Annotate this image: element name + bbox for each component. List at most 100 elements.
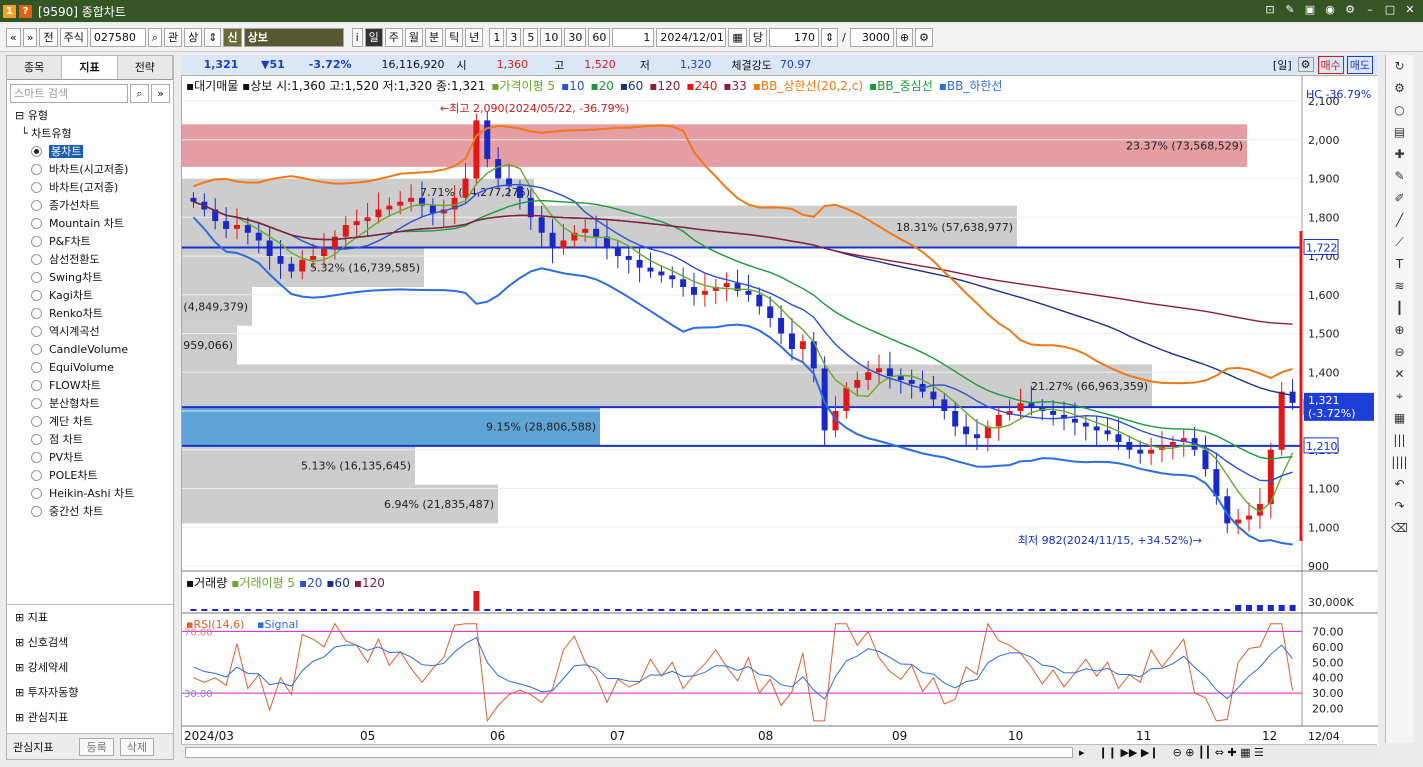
radio-icon[interactable] bbox=[31, 164, 42, 175]
fibo-icon[interactable]: ≋ bbox=[1386, 275, 1413, 297]
undo-icon[interactable]: ↶ bbox=[1386, 473, 1413, 495]
candle-body[interactable] bbox=[680, 279, 687, 287]
candle-body[interactable] bbox=[1169, 442, 1176, 446]
chart-svg[interactable]: 23.37% (73,568,529) 7.71% (24,277,275) 18.… bbox=[130, 76, 1378, 746]
erase-icon[interactable]: ⌫ bbox=[1386, 517, 1413, 539]
candle-body[interactable] bbox=[1050, 411, 1057, 415]
settings-gear-icon[interactable]: ⚙ bbox=[915, 28, 933, 47]
section-signal[interactable]: ⊞ 신호검색 bbox=[7, 630, 173, 655]
candle-body[interactable] bbox=[778, 318, 785, 334]
minimize-icon[interactable]: – bbox=[1363, 3, 1377, 17]
candle-body[interactable] bbox=[843, 387, 850, 411]
candle-body[interactable] bbox=[299, 259, 306, 272]
tree-group[interactable]: ⊟ 유형 bbox=[7, 107, 173, 125]
magnet-icon[interactable]: ⌖ bbox=[1386, 385, 1413, 407]
collapse-icon[interactable]: ⊟ bbox=[15, 109, 24, 122]
tab-stock[interactable]: 종목 bbox=[7, 56, 63, 79]
chart-type-item[interactable]: 역시계곡선 bbox=[7, 323, 173, 341]
settings-icon[interactable]: ⚙ bbox=[1386, 77, 1413, 99]
candle-body[interactable] bbox=[516, 186, 523, 198]
candle-body[interactable] bbox=[386, 205, 393, 210]
candle-body[interactable] bbox=[952, 411, 959, 427]
chart-type-item[interactable]: 바차트(시고저종) bbox=[7, 161, 173, 179]
candle-body[interactable] bbox=[658, 271, 665, 276]
redo-icon[interactable]: ↷ bbox=[1386, 495, 1413, 517]
interval-60[interactable]: 60 bbox=[588, 28, 611, 47]
radio-icon[interactable] bbox=[31, 146, 42, 157]
candle-body[interactable] bbox=[1278, 391, 1285, 450]
tree-title[interactable]: └ 차트유형 bbox=[7, 125, 173, 143]
history-button[interactable]: » bbox=[22, 28, 38, 47]
stock-type-select[interactable]: 주식 bbox=[59, 28, 88, 47]
candle-body[interactable] bbox=[1104, 430, 1111, 435]
candle-body[interactable] bbox=[941, 399, 948, 411]
candle-body[interactable] bbox=[669, 275, 676, 280]
candle-body[interactable] bbox=[277, 256, 284, 264]
trend-icon[interactable]: ⟋ bbox=[1386, 231, 1413, 253]
zoom-in-icon[interactable]: ⊕ bbox=[1386, 319, 1413, 341]
pen-icon[interactable]: ✎ bbox=[1386, 165, 1413, 187]
cross-icon[interactable]: ✚ bbox=[1386, 143, 1413, 165]
period-tick[interactable]: 틱 bbox=[445, 28, 464, 47]
candle-body[interactable] bbox=[647, 267, 654, 272]
candle-body[interactable] bbox=[1115, 434, 1122, 442]
candle-body[interactable] bbox=[930, 391, 937, 400]
candle-body[interactable] bbox=[995, 414, 1002, 427]
calendar-icon[interactable]: ▦ bbox=[728, 28, 747, 47]
buy-button[interactable]: 매수 bbox=[1317, 55, 1344, 74]
section-strength[interactable]: ⊞ 강세약세 bbox=[7, 655, 173, 680]
radio-icon[interactable] bbox=[31, 470, 42, 481]
candle-body[interactable] bbox=[745, 290, 752, 295]
chart-area[interactable]: 23.37% (73,568,529) 7.71% (24,277,275) 18.… bbox=[130, 75, 1378, 746]
chart-type-item[interactable]: FLOW차트 bbox=[7, 377, 173, 395]
candle-body[interactable] bbox=[288, 263, 295, 272]
camera-icon[interactable]: ◉ bbox=[1323, 3, 1337, 17]
candle-body[interactable] bbox=[973, 434, 980, 439]
candle-body[interactable] bbox=[854, 380, 861, 388]
tab-indicator[interactable]: 지표 bbox=[62, 56, 118, 79]
candle-body[interactable] bbox=[473, 120, 480, 179]
candle-body[interactable] bbox=[462, 178, 469, 198]
refresh-icon[interactable]: ↻ bbox=[1386, 55, 1413, 77]
chart-type-item[interactable]: 계단 차트 bbox=[7, 413, 173, 431]
radio-icon[interactable] bbox=[31, 290, 42, 301]
radio-icon[interactable] bbox=[31, 434, 42, 445]
play-controls-icon[interactable]: ❙❙ ▶▶ ▶❙ bbox=[1099, 746, 1159, 759]
candle-body[interactable] bbox=[908, 380, 915, 384]
candle-body[interactable] bbox=[984, 426, 991, 439]
candle-body[interactable] bbox=[310, 256, 317, 260]
grid-icon[interactable]: ▦ bbox=[1386, 407, 1413, 429]
candle-body[interactable] bbox=[375, 209, 382, 218]
candle-body[interactable] bbox=[1246, 515, 1253, 520]
sell-button[interactable]: 매도 bbox=[1346, 55, 1373, 74]
gwan-button[interactable]: 관 bbox=[164, 28, 183, 47]
dang-button[interactable]: 당 bbox=[748, 28, 767, 47]
circle-icon[interactable]: ○ bbox=[1386, 99, 1413, 121]
candle-body[interactable] bbox=[723, 283, 730, 287]
chart-type-item[interactable]: POLE차트 bbox=[7, 467, 173, 485]
count-input[interactable]: 170 bbox=[768, 28, 819, 47]
radio-icon[interactable] bbox=[31, 218, 42, 229]
radio-icon[interactable] bbox=[31, 272, 42, 283]
candle-body[interactable] bbox=[397, 201, 404, 206]
info-button[interactable]: i bbox=[351, 28, 363, 47]
zoom-controls-icon[interactable]: ⊖ ⊕ ┃┃ ⇔ ✚ ▦ ☰ bbox=[1173, 746, 1264, 759]
candle-body[interactable] bbox=[342, 225, 349, 237]
sang-button[interactable]: 상 bbox=[184, 28, 203, 47]
period-week[interactable]: 주 bbox=[384, 28, 403, 47]
chart-type-item[interactable]: 종가선차트 bbox=[7, 197, 173, 215]
candle-body[interactable] bbox=[560, 240, 567, 249]
candle-body[interactable] bbox=[701, 290, 708, 295]
candle-body[interactable] bbox=[767, 306, 774, 318]
bars-icon[interactable]: ||| bbox=[1386, 429, 1413, 451]
period-day[interactable]: 일 bbox=[364, 28, 383, 47]
candle-body[interactable] bbox=[408, 197, 415, 202]
candle-body[interactable] bbox=[364, 217, 371, 222]
interval-30[interactable]: 30 bbox=[564, 28, 587, 47]
candle-body[interactable] bbox=[331, 236, 338, 249]
search-icon[interactable]: ⌕ bbox=[147, 28, 163, 47]
chart-type-item[interactable]: Heikin-Ashi 차트 bbox=[7, 485, 173, 503]
candle-body[interactable] bbox=[1148, 449, 1155, 454]
pin-icon[interactable]: ⊡ bbox=[1263, 3, 1277, 17]
chart-type-item[interactable]: Renko차트 bbox=[7, 305, 173, 323]
